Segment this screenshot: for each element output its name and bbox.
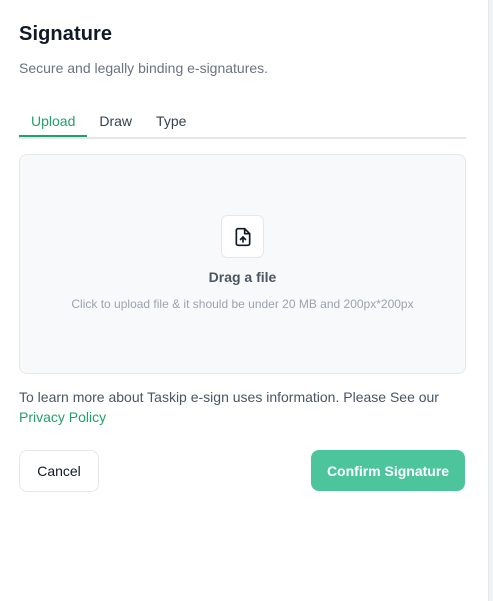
file-upload-icon (221, 215, 264, 258)
tab-type[interactable]: Type (144, 108, 198, 137)
privacy-policy-link[interactable]: Privacy Policy (19, 409, 106, 425)
tab-upload[interactable]: Upload (19, 108, 88, 137)
signature-tabs: Upload Draw Type (19, 108, 466, 139)
tab-draw[interactable]: Draw (87, 108, 144, 137)
modal-subtitle: Secure and legally binding e-signatures. (19, 60, 269, 76)
cancel-button[interactable]: Cancel (19, 450, 99, 492)
dropzone-title: Drag a file (208, 269, 277, 285)
file-dropzone[interactable]: Drag a file Click to upload file & it sh… (19, 154, 466, 374)
privacy-info: To learn more about Taskip e-sign uses i… (19, 387, 459, 427)
scrollbar[interactable] (488, 0, 493, 601)
signature-modal: Signature Secure and legally binding e-s… (0, 0, 488, 601)
confirm-signature-button[interactable]: Confirm Signature (311, 450, 465, 491)
dropzone-hint: Click to upload file & it should be unde… (71, 297, 414, 311)
modal-title: Signature (19, 23, 113, 45)
privacy-info-text: To learn more about Taskip e-sign uses i… (19, 389, 439, 405)
